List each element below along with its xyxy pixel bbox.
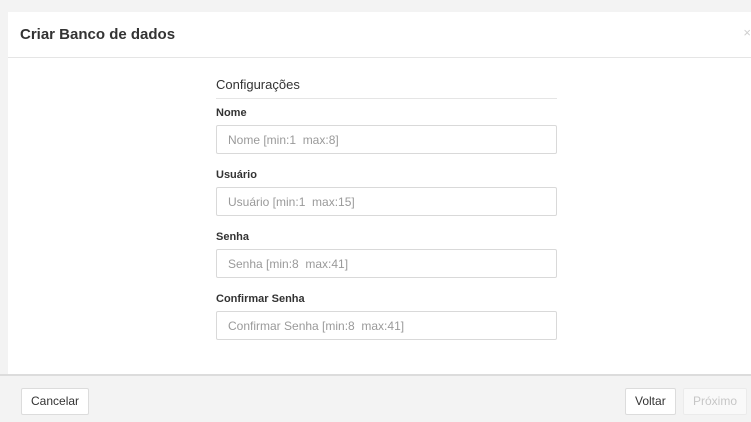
create-database-modal: Criar Banco de dados × Configurações Nom… (0, 12, 751, 422)
database-form: Configurações Nome Usuário Senha Confirm… (216, 77, 557, 355)
close-icon[interactable]: × (743, 26, 751, 39)
section-title: Configurações (216, 77, 557, 99)
cancel-button[interactable]: Cancelar (21, 388, 90, 415)
modal-title: Criar Banco de dados (20, 26, 176, 43)
confirm-password-input[interactable] (216, 311, 557, 340)
user-label: Usuário (216, 169, 257, 181)
name-label: Nome (216, 107, 247, 119)
name-input[interactable] (216, 125, 557, 154)
modal-body: Configurações Nome Usuário Senha Confirm… (8, 58, 751, 373)
next-button[interactable]: Próximo (683, 388, 748, 415)
user-input[interactable] (216, 187, 557, 216)
confirm-password-label: Confirmar Senha (216, 293, 305, 305)
modal-header: Criar Banco de dados × (8, 12, 751, 58)
back-button[interactable]: Voltar (625, 388, 676, 415)
password-label: Senha (216, 231, 250, 243)
password-input[interactable] (216, 249, 557, 278)
page: Criar Banco de dados × Configurações Nom… (0, 0, 751, 422)
modal-footer: Cancelar Voltar Próximo (0, 374, 751, 422)
